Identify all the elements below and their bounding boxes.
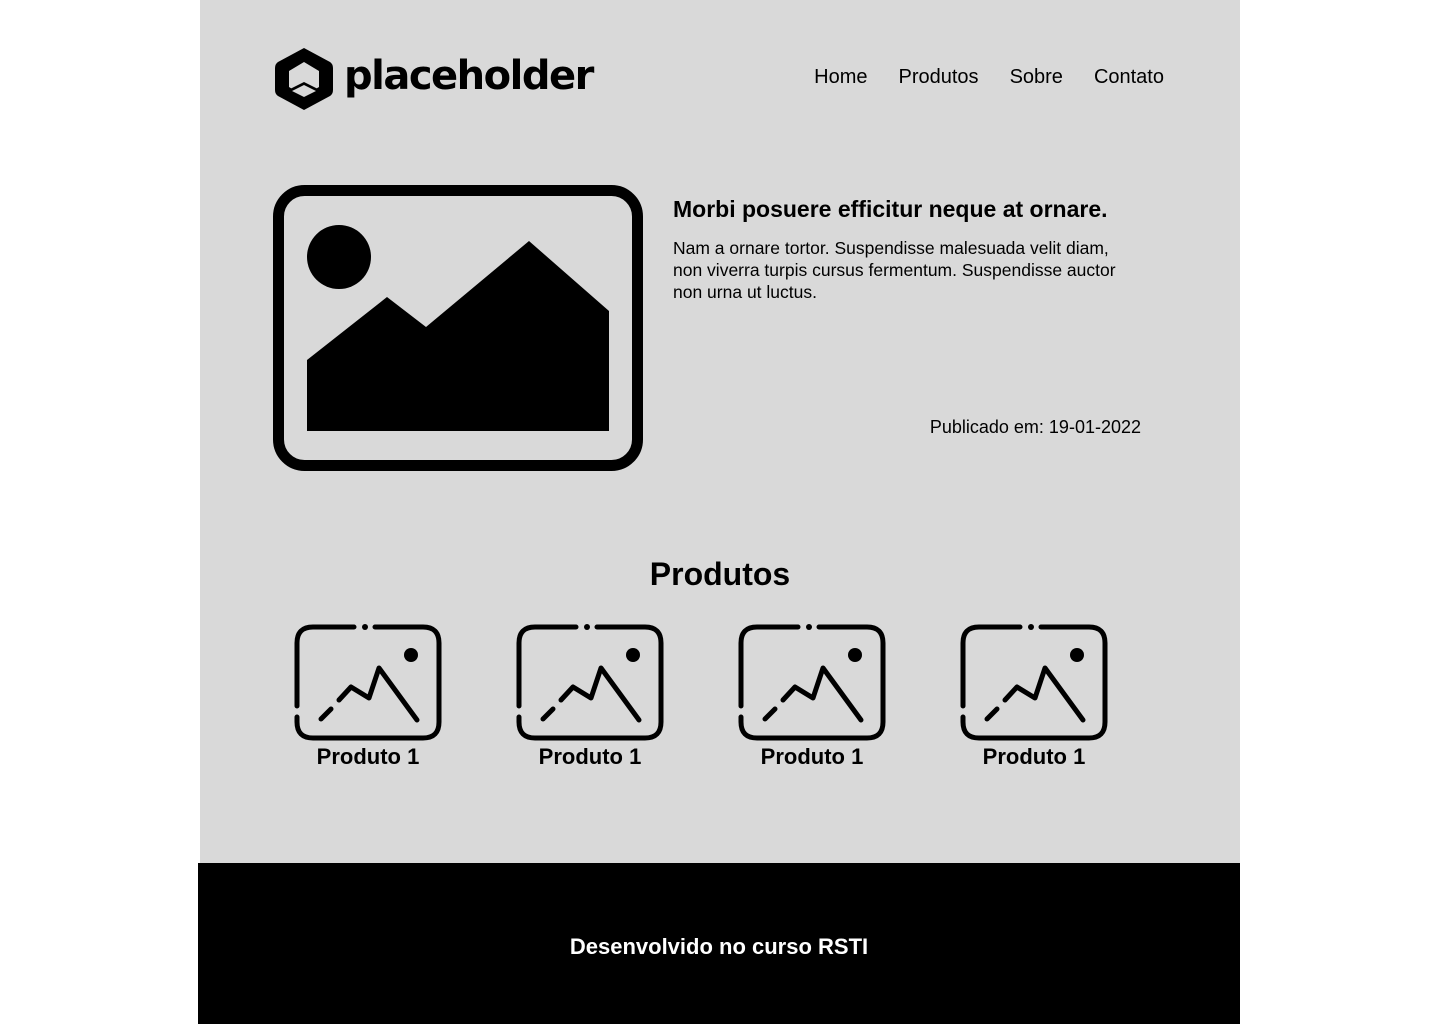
- nav-home[interactable]: Home: [814, 66, 867, 89]
- page: placeholder Home Produtos Sobre Contato …: [0, 0, 1440, 1024]
- image-icon: [737, 622, 887, 742]
- footer-text: Desenvolvido no curso RSTI: [569, 933, 869, 959]
- logo-text: placeholder: [344, 53, 594, 99]
- image-icon: [959, 622, 1109, 742]
- product-card[interactable]: Produto 1: [737, 622, 887, 772]
- hero-title: Morbi posuere efficitur neque at ornare.: [673, 196, 1108, 222]
- product-name: Produto 1: [760, 744, 864, 769]
- footer: Desenvolvido no curso RSTI: [198, 863, 1240, 1024]
- product-card[interactable]: Produto 1: [293, 622, 443, 772]
- logo[interactable]: placeholder: [272, 46, 594, 112]
- product-name: Produto 1: [316, 744, 420, 769]
- image-icon: [515, 622, 665, 742]
- nav-contato[interactable]: Contato: [1094, 66, 1164, 89]
- hero-text: Nam a ornare tortor. Suspendisse malesua…: [673, 238, 1116, 302]
- product-card[interactable]: Produto 1: [515, 622, 665, 772]
- product-card[interactable]: Produto 1: [959, 622, 1109, 772]
- hexagon-logo-icon: [272, 46, 336, 112]
- main-nav: Home Produtos Sobre Contato: [814, 66, 1164, 89]
- nav-sobre[interactable]: Sobre: [1010, 66, 1063, 89]
- image-icon: [293, 622, 443, 742]
- publish-date: Publicado em: 19-01-2022: [929, 417, 1141, 437]
- nav-produtos[interactable]: Produtos: [899, 66, 979, 89]
- product-name: Produto 1: [982, 744, 1086, 769]
- products-heading: Produtos: [649, 556, 791, 592]
- product-name: Produto 1: [538, 744, 642, 769]
- hero-image-placeholder-icon: [273, 185, 643, 471]
